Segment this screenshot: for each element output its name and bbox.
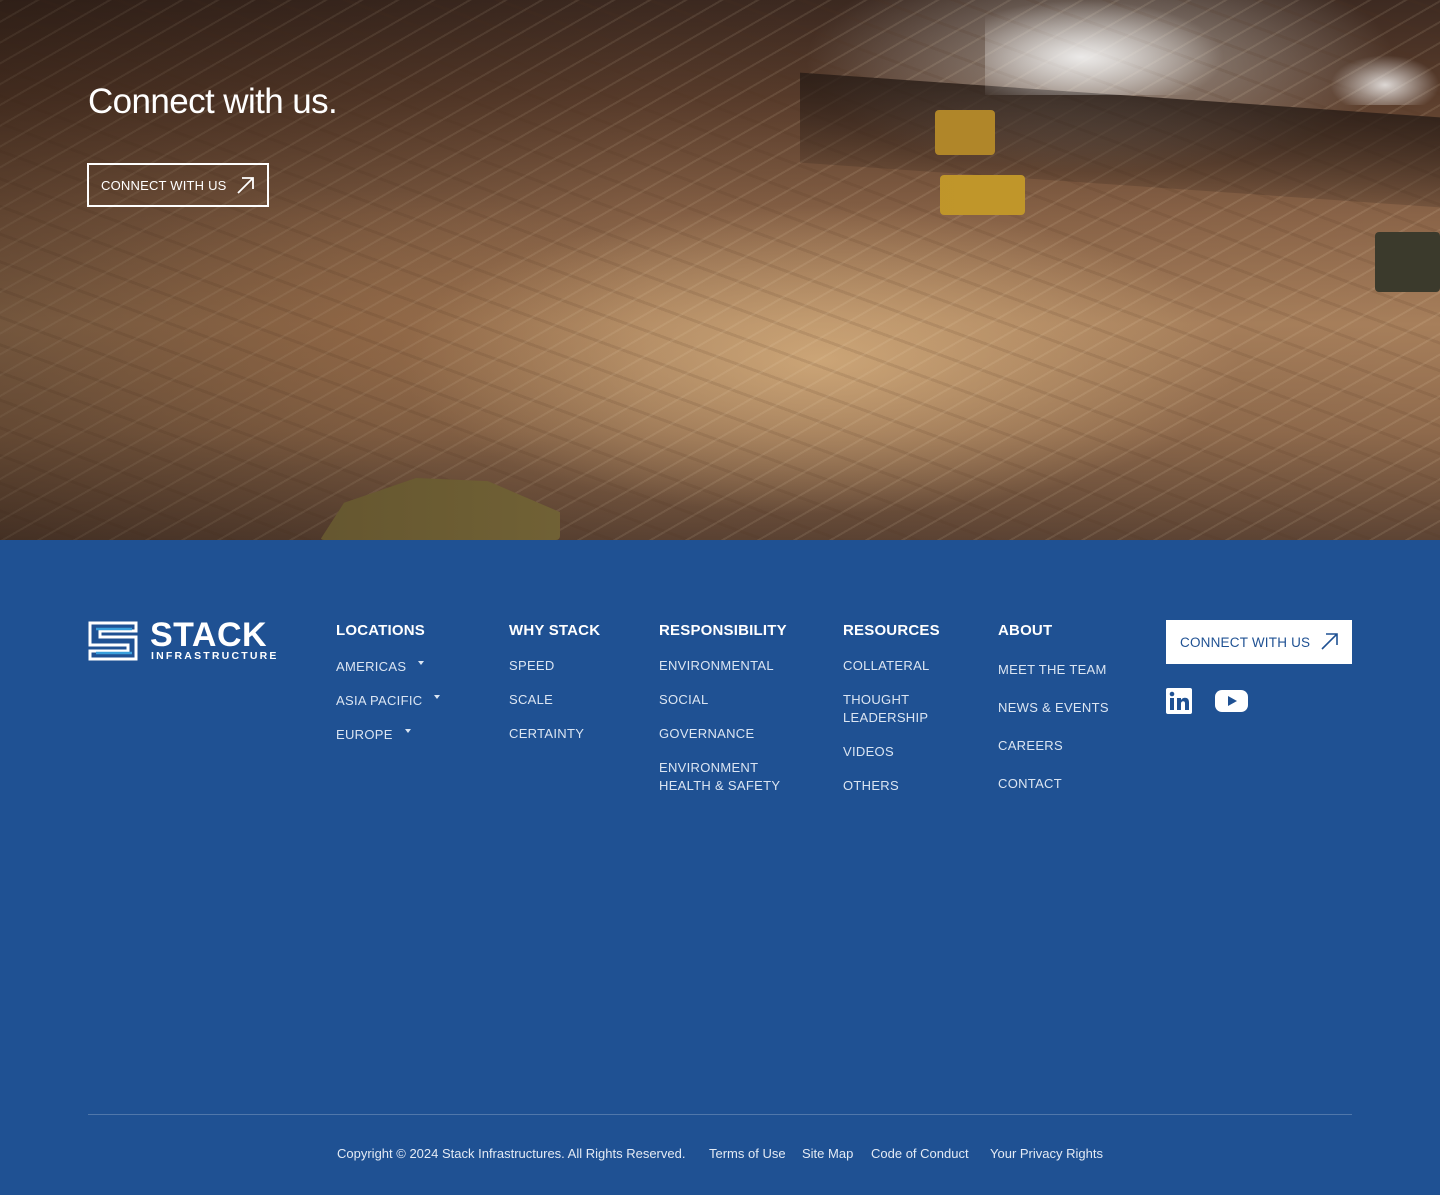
footer-column-why-stack: WHY STACK xyxy=(509,622,600,639)
footer-link-videos[interactable]: VIDEOS xyxy=(843,743,894,761)
footer-link-label: ENVIRONMENT xyxy=(659,760,759,775)
caret-down-icon xyxy=(404,729,411,733)
copyright-text: Copyright © 2024 Stack Infrastructures. … xyxy=(337,1146,686,1161)
footer-link-thought-leadership[interactable]: THOUGHT LEADERSHIP xyxy=(843,691,928,727)
footer-heading-resources[interactable]: RESOURCES xyxy=(843,622,940,639)
footer-link-speed[interactable]: SPEED xyxy=(509,657,555,675)
caret-down-icon xyxy=(434,695,441,699)
hero-section: Connect with us. CONNECT WITH US xyxy=(0,0,1440,540)
linkedin-icon[interactable] xyxy=(1166,688,1192,714)
footer-connect-button-label: CONNECT WITH US xyxy=(1180,634,1311,650)
footer-link-scale[interactable]: SCALE xyxy=(509,691,553,709)
terms-of-use-link[interactable]: Terms of Use xyxy=(709,1146,786,1161)
hero-overlay xyxy=(0,0,1440,540)
footer-column-about: ABOUT xyxy=(998,622,1052,639)
footer-link-others[interactable]: OTHERS xyxy=(843,777,899,795)
stack-logo-subtitle: INFRASTRUCTURE xyxy=(151,650,279,662)
footer-link-governance[interactable]: GOVERNANCE xyxy=(659,725,754,743)
footer-heading-locations[interactable]: LOCATIONS xyxy=(336,622,425,639)
footer-connect-button[interactable]: CONNECT WITH US xyxy=(1166,620,1352,664)
footer-link-americas[interactable]: AMERICAS xyxy=(336,658,425,676)
stack-logo-mark-icon xyxy=(88,621,138,661)
footer-link-collateral[interactable]: COLLATERAL xyxy=(843,657,930,675)
hero-connect-button[interactable]: CONNECT WITH US xyxy=(87,163,269,207)
footer-link-label: LEADERSHIP xyxy=(843,710,929,725)
footer-link-meet-the-team[interactable]: MEET THE TEAM xyxy=(998,661,1107,679)
footer-heading-why-stack[interactable]: WHY STACK xyxy=(509,622,600,639)
footer-link-label: THOUGHT xyxy=(843,692,910,707)
hero-connect-button-label: CONNECT WITH US xyxy=(101,177,227,193)
footer-link-careers[interactable]: CAREERS xyxy=(998,737,1063,755)
footer-link-label: AMERICAS xyxy=(336,659,407,674)
caret-down-icon xyxy=(418,661,425,665)
footer-divider xyxy=(88,1114,1352,1115)
site-map-link[interactable]: Site Map xyxy=(802,1146,853,1161)
footer-link-news-events[interactable]: NEWS & EVENTS xyxy=(998,699,1109,717)
footer-link-label: ASIA PACIFIC xyxy=(336,693,423,708)
footer-link-environmental[interactable]: ENVIRONMENTAL xyxy=(659,657,774,675)
footer-link-europe[interactable]: EUROPE xyxy=(336,726,411,744)
footer-heading-responsibility[interactable]: RESPONSIBILITY xyxy=(659,622,787,639)
privacy-rights-link[interactable]: Your Privacy Rights xyxy=(990,1146,1103,1161)
arrow-up-right-icon xyxy=(237,177,254,194)
footer-link-social[interactable]: SOCIAL xyxy=(659,691,708,709)
footer-link-contact[interactable]: CONTACT xyxy=(998,775,1062,793)
youtube-icon[interactable] xyxy=(1215,688,1248,714)
stack-logo[interactable]: STACK INFRASTRUCTURE xyxy=(88,616,279,663)
footer-link-environment-health-safety[interactable]: ENVIRONMENT HEALTH & SAFETY xyxy=(659,759,780,795)
hero-title: Connect with us. xyxy=(88,82,338,121)
footer-link-label: EUROPE xyxy=(336,727,393,742)
footer-link-label: HEALTH & SAFETY xyxy=(659,778,781,793)
code-of-conduct-link[interactable]: Code of Conduct xyxy=(871,1146,969,1161)
footer-link-certainty[interactable]: CERTAINTY xyxy=(509,725,584,743)
footer-heading-about[interactable]: ABOUT xyxy=(998,622,1052,639)
arrow-up-right-icon xyxy=(1321,633,1338,650)
stack-logo-word: STACK xyxy=(150,616,268,654)
footer-link-asia-pacific[interactable]: ASIA PACIFIC xyxy=(336,692,441,710)
footer-column-responsibility: RESPONSIBILITY xyxy=(659,622,787,639)
footer-column-locations: LOCATIONS xyxy=(336,622,425,639)
footer-column-resources: RESOURCES xyxy=(843,622,940,639)
